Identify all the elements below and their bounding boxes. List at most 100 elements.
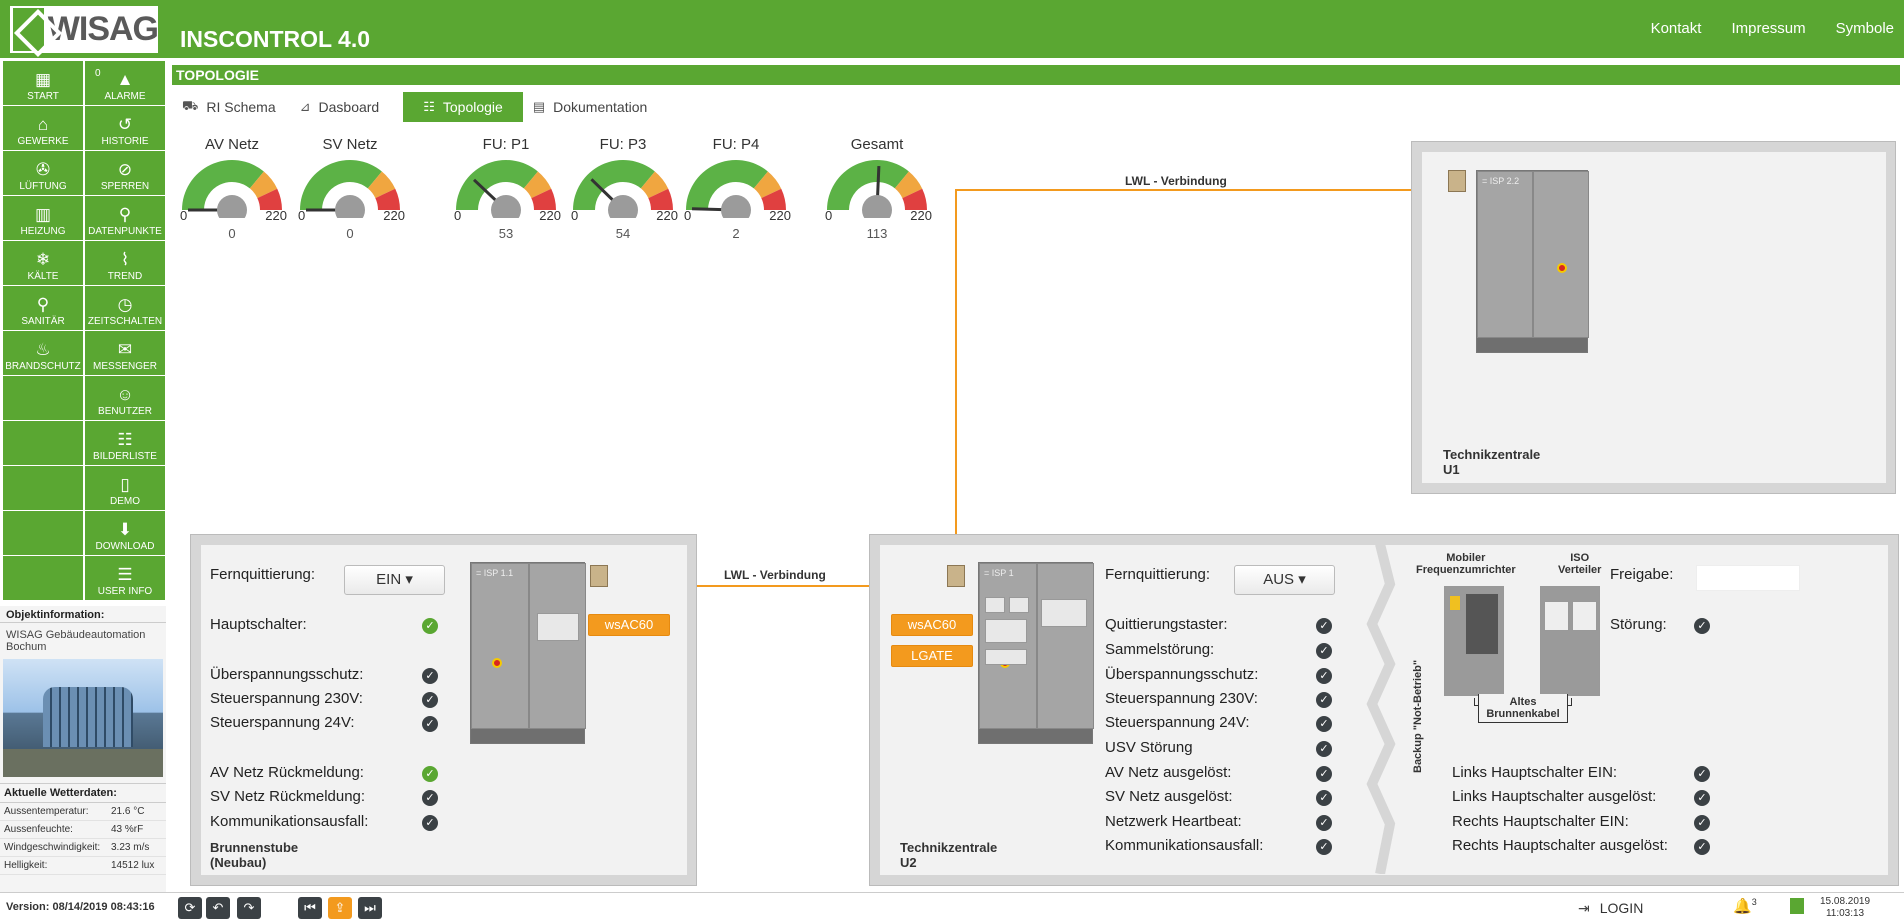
- weather-value: 21.6 °C: [111, 806, 145, 817]
- alarm-bell-icon[interactable]: 🔔3: [1733, 897, 1757, 915]
- status-label-sv-netz-rueckmeldung: SV Netz Rückmeldung:: [210, 788, 366, 805]
- sidebar-item-datenpunkte[interactable]: ⚲ DATENPUNKTE: [85, 196, 165, 240]
- status-check-icon: ✓: [422, 716, 438, 732]
- gauge-hub: [217, 195, 247, 218]
- lgate-button[interactable]: LGATE: [891, 645, 973, 667]
- nav-symbole[interactable]: Symbole: [1836, 20, 1894, 37]
- pump-icon: ⛟: [182, 98, 199, 113]
- login-icon: ⇥: [1578, 900, 1590, 916]
- flame-icon: ♨: [35, 340, 51, 359]
- status-check-icon: ✓: [1316, 766, 1332, 782]
- sidebar-item-historie[interactable]: ↺ HISTORIE: [85, 106, 165, 150]
- cabinet-isp-1[interactable]: = ISP 1: [978, 562, 1094, 744]
- user-info-icon: ☰: [117, 565, 133, 584]
- wsac60-button-u2[interactable]: wsAC60: [891, 614, 973, 636]
- sidebar-item-alarme[interactable]: 0 ▲ ALARME: [85, 61, 165, 105]
- tab-dasboard[interactable]: ⊿ Dasboard: [300, 92, 394, 122]
- sidebar-item-heizung[interactable]: ▥ HEIZUNG: [3, 196, 83, 240]
- gauge-max: 220: [910, 208, 932, 223]
- sidebar-item-label: DATENPUNKTE: [88, 226, 162, 237]
- sidebar-item-zeitschalten[interactable]: ◷ ZEITSCHALTEN: [85, 286, 165, 330]
- sidebar-item-label: USER INFO: [97, 586, 153, 597]
- u2-status-av-netz-ausgeloest: AV Netz ausgelöst:: [1105, 764, 1232, 781]
- tab-bar: ⛟ RI Schema ⊿ Dasboard ☷ Topologie ▤ Dokumentat…: [182, 92, 661, 122]
- sidebar-item-download[interactable]: ⬇ DOWNLOAD: [85, 511, 165, 555]
- fernquittierung-label: Fernquittierung:: [210, 566, 316, 583]
- sidebar-item-brandschutz[interactable]: ♨ BRANDSCHUTZ: [3, 331, 83, 375]
- gauge-label: FU: P4: [712, 136, 760, 153]
- sidebar-item-bilderliste[interactable]: ☷ BILDERLISTE: [85, 421, 165, 465]
- gauge-value: 113: [866, 226, 888, 241]
- upload-button[interactable]: ⇪: [328, 897, 352, 919]
- u2-status-steuerspannung-230v: Steuerspannung 230V:: [1105, 690, 1258, 707]
- sidebar-item-trend[interactable]: ⌇ TREND: [85, 241, 165, 285]
- fernquittierung-dropdown-u2[interactable]: AUS ▾: [1234, 565, 1335, 595]
- gauge-min: 0: [180, 208, 188, 223]
- gauge-value: 0: [346, 226, 354, 241]
- last-page-button[interactable]: ⏭: [358, 897, 382, 919]
- freigabe-field[interactable]: [1696, 565, 1800, 591]
- status-check-icon: ✓: [1316, 618, 1332, 634]
- cabinet-isp-1-1[interactable]: = ISP 1.1: [470, 562, 586, 744]
- back-button[interactable]: ↶: [206, 897, 230, 919]
- cabinet-tag: = ISP 1.1: [476, 568, 514, 578]
- sidebar-item-label: START: [27, 91, 59, 102]
- tab-topologie[interactable]: ☷ Topologie: [403, 92, 523, 122]
- sidebar-item-label: ALARME: [104, 91, 146, 102]
- wsac60-button[interactable]: wsAC60: [588, 614, 670, 636]
- first-page-button[interactable]: ⏮: [298, 897, 322, 919]
- status-check-icon: ✓: [1694, 790, 1710, 806]
- tab-dokumentation[interactable]: ▤ Dokumentation: [533, 92, 661, 122]
- trend-icon: ⌇: [120, 250, 130, 269]
- sidebar-item-demo[interactable]: ▯ DEMO: [85, 466, 165, 510]
- weather-key: Aussentemperatur:: [4, 806, 89, 817]
- status-label-steuerspannung-24v: Steuerspannung 24V:: [210, 714, 355, 731]
- object-info-panel: Objektinformation: WISAG Gebäudeautomati…: [0, 606, 166, 892]
- u2-status-ueberspannungsschutz: Überspannungsschutz:: [1105, 666, 1259, 683]
- login-button[interactable]: ⇥ LOGIN: [1578, 900, 1643, 917]
- gauge-label: FU: P1: [482, 136, 530, 153]
- refresh-button[interactable]: ⟳: [178, 897, 202, 919]
- clock-icon: ◷: [117, 295, 133, 314]
- sidebar-item-label: LÜFTUNG: [19, 181, 67, 192]
- app-title: INSCONTROL 4.0: [180, 26, 370, 52]
- sidebar-item-messenger[interactable]: ✉ MESSENGER: [85, 331, 165, 375]
- lwl-line-vertical: [955, 190, 957, 586]
- sidebar-item-user-info[interactable]: ☰ USER INFO: [85, 556, 165, 600]
- weather-key: Helligkeit:: [4, 860, 48, 871]
- nav-kontakt[interactable]: Kontakt: [1651, 20, 1702, 37]
- old-cable-label: Altes Brunnenkabel: [1478, 694, 1568, 723]
- datapoints-icon: ⚲: [118, 205, 132, 224]
- stoerung-label: Störung:: [1610, 616, 1667, 633]
- gauge-label: FU: P3: [599, 136, 647, 153]
- door-icon: ▯: [120, 475, 130, 494]
- iso-module: [1572, 601, 1597, 631]
- nav-impressum[interactable]: Impressum: [1731, 20, 1805, 37]
- sidebar-item-start[interactable]: ▦ START: [3, 61, 83, 105]
- panel-technikzentrale-u1: = ISP 2.2 Technikzentrale U1: [1411, 141, 1896, 494]
- panel-display: [985, 597, 1005, 613]
- cabinet-isp-2-2[interactable]: = ISP 2.2: [1476, 170, 1589, 353]
- sidebar-item-gewerke[interactable]: ⌂ GEWERKE: [3, 106, 83, 150]
- switch-status-links-hauptschalter-ein: Links Hauptschalter EIN:: [1452, 764, 1618, 781]
- sidebar-item-sanitaer[interactable]: ⚲ SANITÄR: [3, 286, 83, 330]
- fernquittierung-dropdown[interactable]: EIN ▾: [344, 565, 445, 595]
- wisag-logo[interactable]: WISAG: [10, 6, 159, 53]
- forward-button[interactable]: ↷: [237, 897, 261, 919]
- panel-divider-zigzag: [1366, 544, 1396, 874]
- sidebar-item-kaelte[interactable]: ❄ KÄLTE: [3, 241, 83, 285]
- sidebar-item-benutzer[interactable]: ☺ BENUTZER: [85, 376, 165, 420]
- panel-display: [1009, 597, 1029, 613]
- gauge-value: 54: [615, 226, 631, 241]
- sidebar-item-sperren[interactable]: ⊘ SPERREN: [85, 151, 165, 195]
- weather-key: Aussenfeuchte:: [4, 824, 73, 835]
- mobile-frequency-converter[interactable]: [1444, 586, 1504, 696]
- sidebar-item-lueftung[interactable]: ✇ LÜFTUNG: [3, 151, 83, 195]
- iso-distributor[interactable]: [1540, 586, 1600, 696]
- tab-ri-schema[interactable]: ⛟ RI Schema: [182, 92, 290, 122]
- gauge-max: 220: [383, 208, 405, 223]
- object-info-text: WISAG Gebäudeautomation Bochum: [6, 629, 146, 653]
- chat-icon: ✉: [117, 340, 133, 359]
- datetime: 15.08.2019 11:03:13: [1820, 896, 1870, 920]
- lwl-line-top: [955, 189, 1447, 191]
